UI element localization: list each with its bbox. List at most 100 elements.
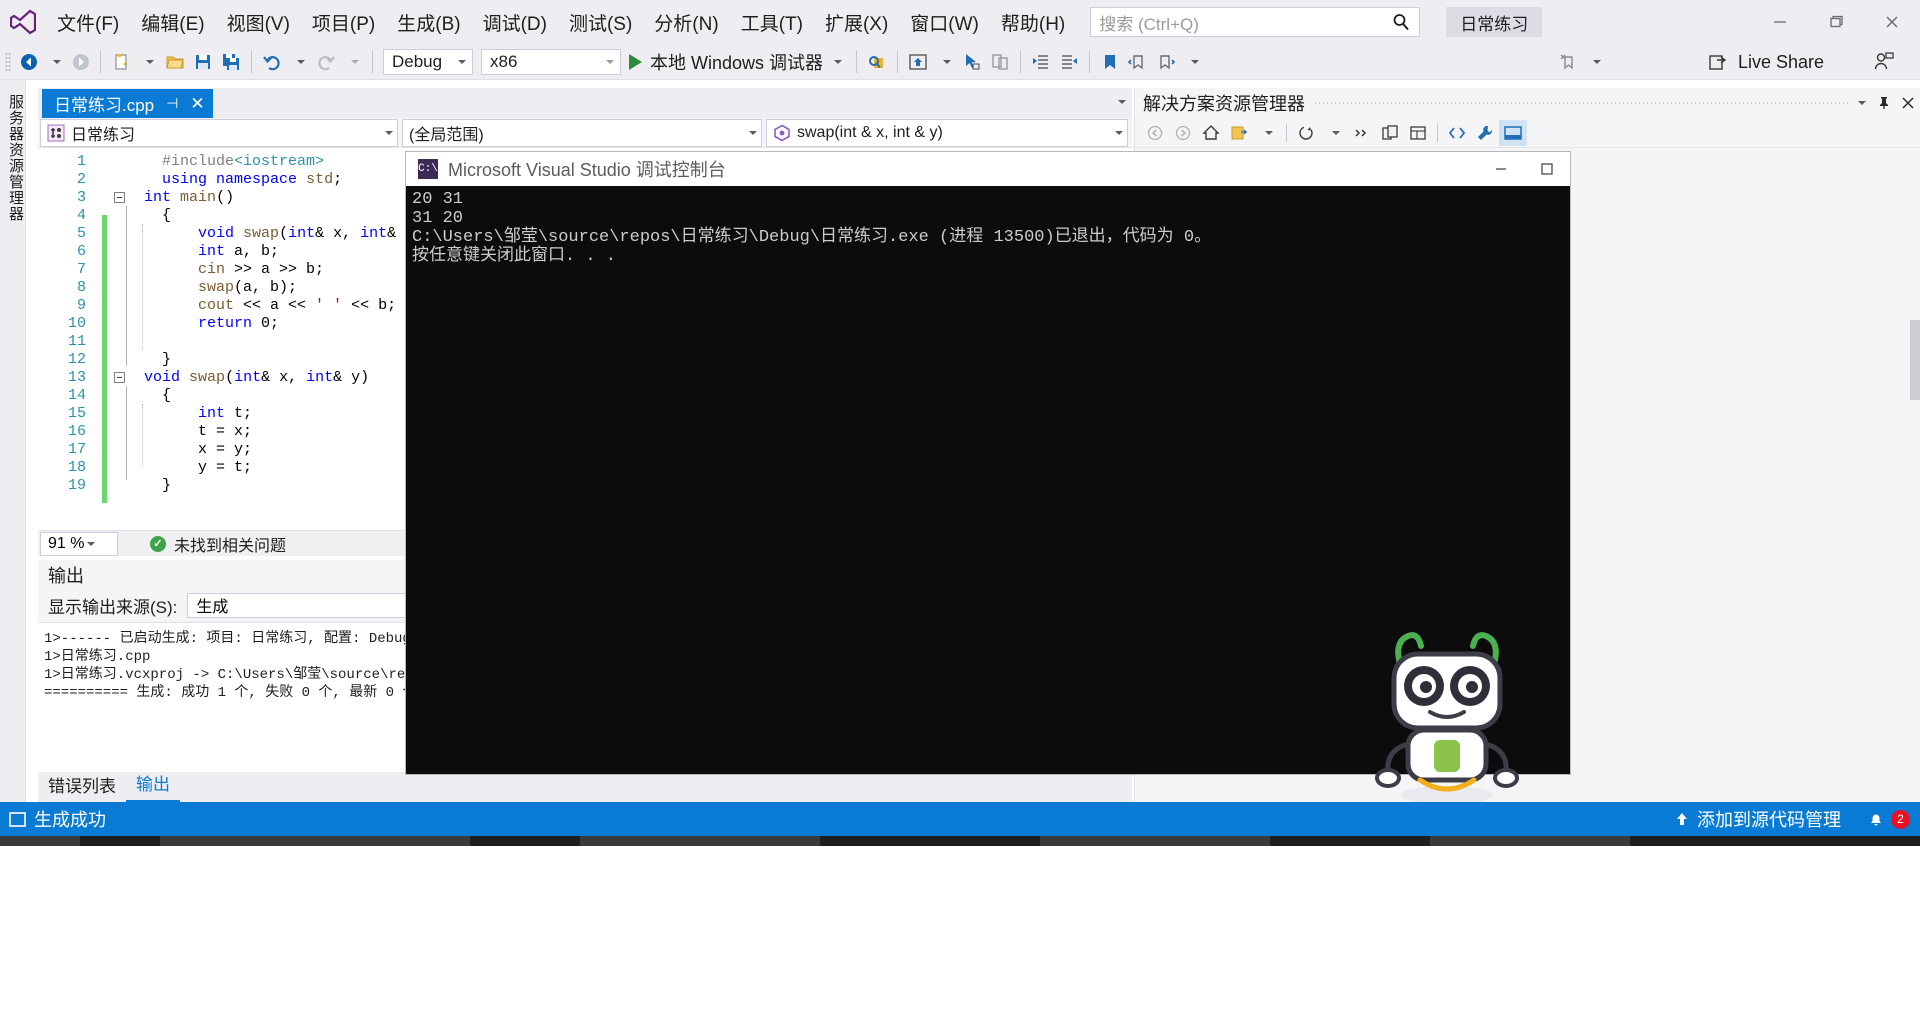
windows-taskbar-area xyxy=(0,836,1920,1031)
redo-dropdown-icon[interactable] xyxy=(340,44,366,80)
bell-icon[interactable] xyxy=(1861,810,1891,828)
taskbar-segment[interactable] xyxy=(0,836,80,846)
editor-zoom-combo[interactable]: 91 % xyxy=(40,531,118,556)
find-in-files-icon[interactable] xyxy=(863,44,891,80)
notification-count-badge[interactable]: 2 xyxy=(1891,809,1910,829)
solution-name-chip[interactable]: 日常练习 xyxy=(1446,7,1543,37)
editor-tab-daily-practice-cpp[interactable]: 日常练习.cpp ⊣ ✕ xyxy=(42,89,213,118)
show-all-files-icon[interactable] xyxy=(1376,120,1404,146)
wrench-icon[interactable] xyxy=(1471,120,1499,146)
console-minimize-button[interactable] xyxy=(1478,152,1524,186)
undo-dropdown-icon[interactable] xyxy=(286,44,312,80)
forward-icon[interactable] xyxy=(1169,120,1197,146)
navbar-member-combo[interactable]: swap(int & x, int & y) xyxy=(766,119,1128,147)
navbar-project-combo[interactable]: 日常练习 xyxy=(40,119,398,147)
taskbar-segment[interactable] xyxy=(1040,836,1270,846)
code-view-icon[interactable] xyxy=(1443,120,1471,146)
save-all-icon[interactable] xyxy=(217,44,245,80)
chevron-down-icon[interactable] xyxy=(1848,88,1872,118)
undo-icon[interactable] xyxy=(258,44,286,80)
tab-output[interactable]: 输出 xyxy=(126,767,180,802)
chevron-down-icon[interactable] xyxy=(1320,120,1348,146)
toolbar-overflow-icon[interactable] xyxy=(932,44,958,80)
chevron-down-icon[interactable] xyxy=(831,59,843,64)
start-page-icon[interactable] xyxy=(904,44,932,80)
minimize-button[interactable] xyxy=(1752,0,1808,44)
menu-build[interactable]: 生成(B) xyxy=(386,0,471,44)
clear-bookmarks-icon[interactable] xyxy=(1554,44,1582,80)
menu-help[interactable]: 帮助(H) xyxy=(990,0,1076,44)
collapse-all-icon[interactable] xyxy=(1348,120,1376,146)
account-icon[interactable] xyxy=(1862,44,1906,80)
outdent-icon[interactable] xyxy=(1055,44,1083,80)
console-maximize-button[interactable] xyxy=(1524,152,1570,186)
debug-console-output: 20 31 31 20 C:\Users\邹莹\source\repos\日常练习\… xyxy=(406,186,1570,266)
bookmark-overflow-icon[interactable] xyxy=(1180,44,1206,80)
preview-icon[interactable] xyxy=(1499,119,1527,146)
code-text: } xyxy=(126,350,172,368)
arrow-back-icon[interactable] xyxy=(16,44,42,80)
save-icon[interactable] xyxy=(189,44,217,80)
back-icon[interactable] xyxy=(1141,120,1169,146)
chevron-down-icon[interactable] xyxy=(1253,120,1281,146)
search-input[interactable]: 搜索 (Ctrl+Q) xyxy=(1090,7,1421,37)
switch-view-icon[interactable] xyxy=(1225,120,1253,146)
home-icon[interactable] xyxy=(1197,120,1225,146)
copy-panel-icon[interactable] xyxy=(986,44,1014,80)
menu-debug[interactable]: 调试(D) xyxy=(472,0,558,44)
tab-error-list[interactable]: 错误列表 xyxy=(38,769,126,802)
navbar-scope-combo[interactable]: (全局范围) xyxy=(402,119,762,147)
source-control-label[interactable]: 添加到源代码管理 xyxy=(1697,806,1841,832)
menu-project[interactable]: 项目(P) xyxy=(301,0,386,44)
menu-edit[interactable]: 编辑(E) xyxy=(130,0,215,44)
select-tool-icon[interactable] xyxy=(958,44,986,80)
indent-icon[interactable] xyxy=(1027,44,1055,80)
new-dropdown-icon[interactable] xyxy=(135,44,161,80)
code-text: int a, b; xyxy=(198,242,280,260)
new-file-icon[interactable] xyxy=(107,44,135,80)
collapse-toggle-icon[interactable] xyxy=(112,191,126,203)
solution-platform-combo[interactable]: x86 xyxy=(481,48,621,75)
close-icon[interactable] xyxy=(1896,88,1920,118)
line-number: 18 xyxy=(67,458,86,476)
bookmark-menu-overflow-icon[interactable] xyxy=(1582,44,1608,80)
panel-drag-handle[interactable] xyxy=(1315,98,1848,108)
taskbar-segment[interactable] xyxy=(580,836,820,846)
menu-extensions[interactable]: 扩展(X) xyxy=(814,0,899,44)
menu-window[interactable]: 窗口(W) xyxy=(899,0,990,44)
menu-tools[interactable]: 工具(T) xyxy=(730,0,814,44)
close-icon[interactable]: ✕ xyxy=(190,94,204,114)
properties-icon[interactable] xyxy=(1404,120,1432,146)
refresh-icon[interactable] xyxy=(1292,120,1320,146)
pin-icon[interactable]: ⊣ xyxy=(166,95,178,112)
solution-configuration-combo[interactable]: Debug xyxy=(383,48,473,75)
solution-explorer-title: 解决方案资源管理器 xyxy=(1143,94,1305,114)
menu-test[interactable]: 测试(S) xyxy=(558,0,643,44)
redo-icon[interactable] xyxy=(312,44,340,80)
arrow-forward-icon[interactable] xyxy=(68,44,94,80)
menu-view[interactable]: 视图(V) xyxy=(216,0,301,44)
start-debug-button[interactable]: 本地 Windows 调试器 xyxy=(621,44,850,80)
pin-icon[interactable] xyxy=(1872,88,1896,118)
live-share-button[interactable]: Live Share xyxy=(1708,44,1824,80)
solution-explorer-scrollbar[interactable] xyxy=(1910,320,1920,400)
menu-file[interactable]: 文件(F) xyxy=(46,0,130,44)
taskbar-segment[interactable] xyxy=(1430,836,1630,846)
bookmark-icon[interactable] xyxy=(1096,44,1124,80)
open-folder-icon[interactable] xyxy=(161,44,189,80)
output-source-combo[interactable]: 生成 xyxy=(187,592,408,618)
collapse-toggle-icon[interactable] xyxy=(112,371,126,383)
close-button[interactable] xyxy=(1864,0,1920,44)
menu-analyze[interactable]: 分析(N) xyxy=(643,0,729,44)
back-dropdown-icon[interactable] xyxy=(42,44,68,80)
taskbar-segment[interactable] xyxy=(160,836,470,846)
maximize-button[interactable] xyxy=(1808,0,1864,44)
upload-arrow-icon[interactable] xyxy=(1667,810,1697,828)
toolbar-grip[interactable] xyxy=(0,44,16,80)
bookmark-next-icon[interactable] xyxy=(1152,44,1180,80)
bookmark-prev-icon[interactable] xyxy=(1124,44,1152,80)
title-menu-bar: 文件(F) 编辑(E) 视图(V) 项目(P) 生成(B) 调试(D) 测试(S… xyxy=(0,0,1920,44)
server-explorer-dock[interactable]: 服务器资源管理器 xyxy=(0,80,26,815)
debug-console-titlebar[interactable]: C:\ Microsoft Visual Studio 调试控制台 xyxy=(406,152,1570,186)
chevron-down-icon[interactable] xyxy=(1110,92,1130,112)
